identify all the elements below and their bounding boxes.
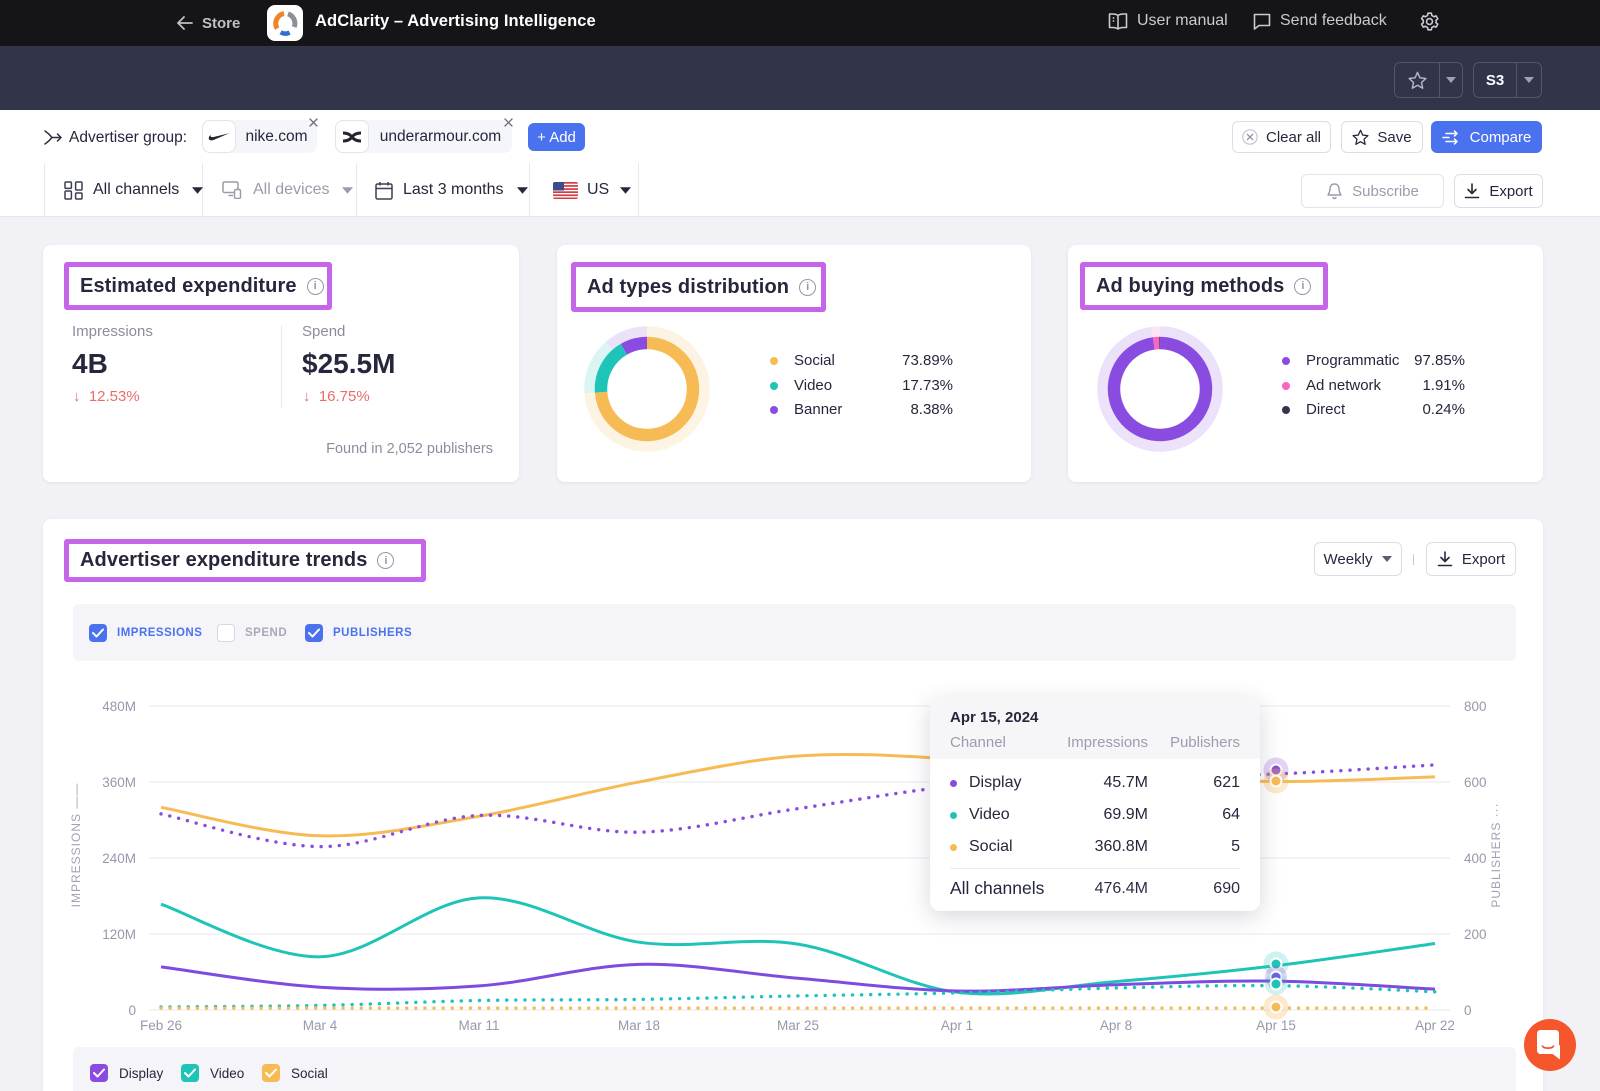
svg-text:PUBLISHERS ···: PUBLISHERS ··· [1489,802,1503,907]
svg-text:Mar 18: Mar 18 [618,1018,660,1033]
svg-text:IMPRESSIONS ——: IMPRESSIONS —— [69,783,83,908]
svg-text:Mar 4: Mar 4 [303,1018,338,1033]
svg-text:Apr 15: Apr 15 [1256,1018,1296,1033]
svg-text:0: 0 [128,1003,136,1018]
svg-text:480M: 480M [102,699,136,714]
svg-text:240M: 240M [102,851,136,866]
svg-text:600: 600 [1464,775,1487,790]
svg-text:Feb 26: Feb 26 [140,1018,182,1033]
svg-text:200: 200 [1464,927,1487,942]
svg-text:120M: 120M [102,927,136,942]
svg-text:400: 400 [1464,851,1487,866]
svg-text:0: 0 [1464,1003,1472,1018]
svg-text:800: 800 [1464,699,1487,714]
svg-text:Apr 22: Apr 22 [1415,1018,1455,1033]
svg-text:Apr 1: Apr 1 [941,1018,973,1033]
svg-text:Mar 11: Mar 11 [458,1018,499,1033]
svg-text:Apr 8: Apr 8 [1100,1018,1132,1033]
svg-text:360M: 360M [102,775,136,790]
svg-text:Mar 25: Mar 25 [777,1018,819,1033]
